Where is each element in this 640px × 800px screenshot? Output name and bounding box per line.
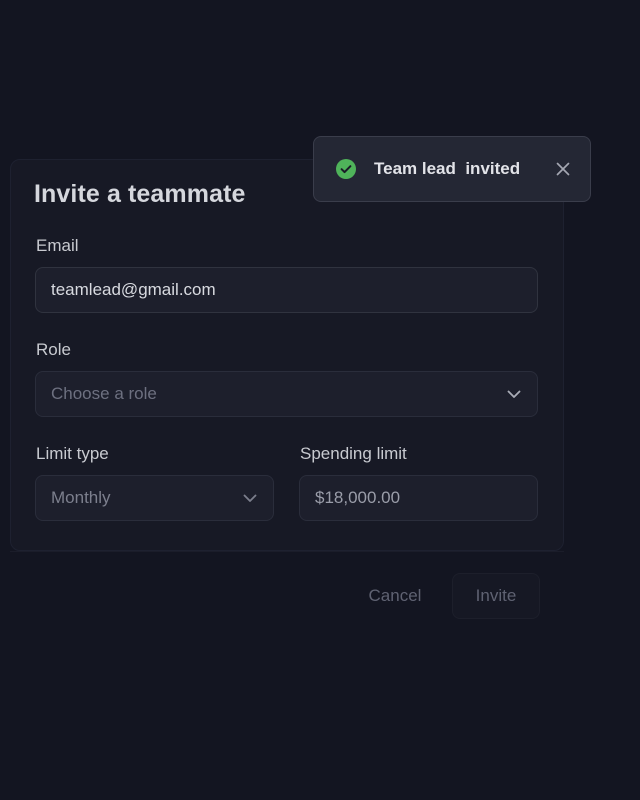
dialog-title: Invite a teammate xyxy=(34,180,246,208)
toast-message: Team lead invited xyxy=(374,159,521,178)
check-circle-icon xyxy=(336,159,356,179)
email-value: teamlead@gmail.com xyxy=(51,280,216,299)
cancel-button[interactable]: Cancel xyxy=(352,574,438,618)
role-placeholder: Choose a role xyxy=(51,384,157,403)
close-icon[interactable] xyxy=(556,162,570,176)
limit-type-value: Monthly xyxy=(51,488,111,507)
chevron-down-icon xyxy=(506,386,522,402)
footer-divider xyxy=(10,551,564,552)
spending-limit-field[interactable]: $18,000.00 xyxy=(299,475,538,521)
limit-type-select[interactable]: Monthly xyxy=(35,475,274,521)
spending-limit-label: Spending limit xyxy=(300,444,407,463)
success-toast: Team lead invited xyxy=(313,136,591,202)
chevron-down-icon xyxy=(242,490,258,506)
role-select[interactable]: Choose a role xyxy=(35,371,538,417)
invite-button[interactable]: Invite xyxy=(452,573,540,619)
email-label: Email xyxy=(36,236,79,255)
spending-limit-value: $18,000.00 xyxy=(315,488,401,507)
limit-type-label: Limit type xyxy=(36,444,109,463)
email-field[interactable]: teamlead@gmail.com xyxy=(35,267,538,313)
role-label: Role xyxy=(36,340,71,359)
